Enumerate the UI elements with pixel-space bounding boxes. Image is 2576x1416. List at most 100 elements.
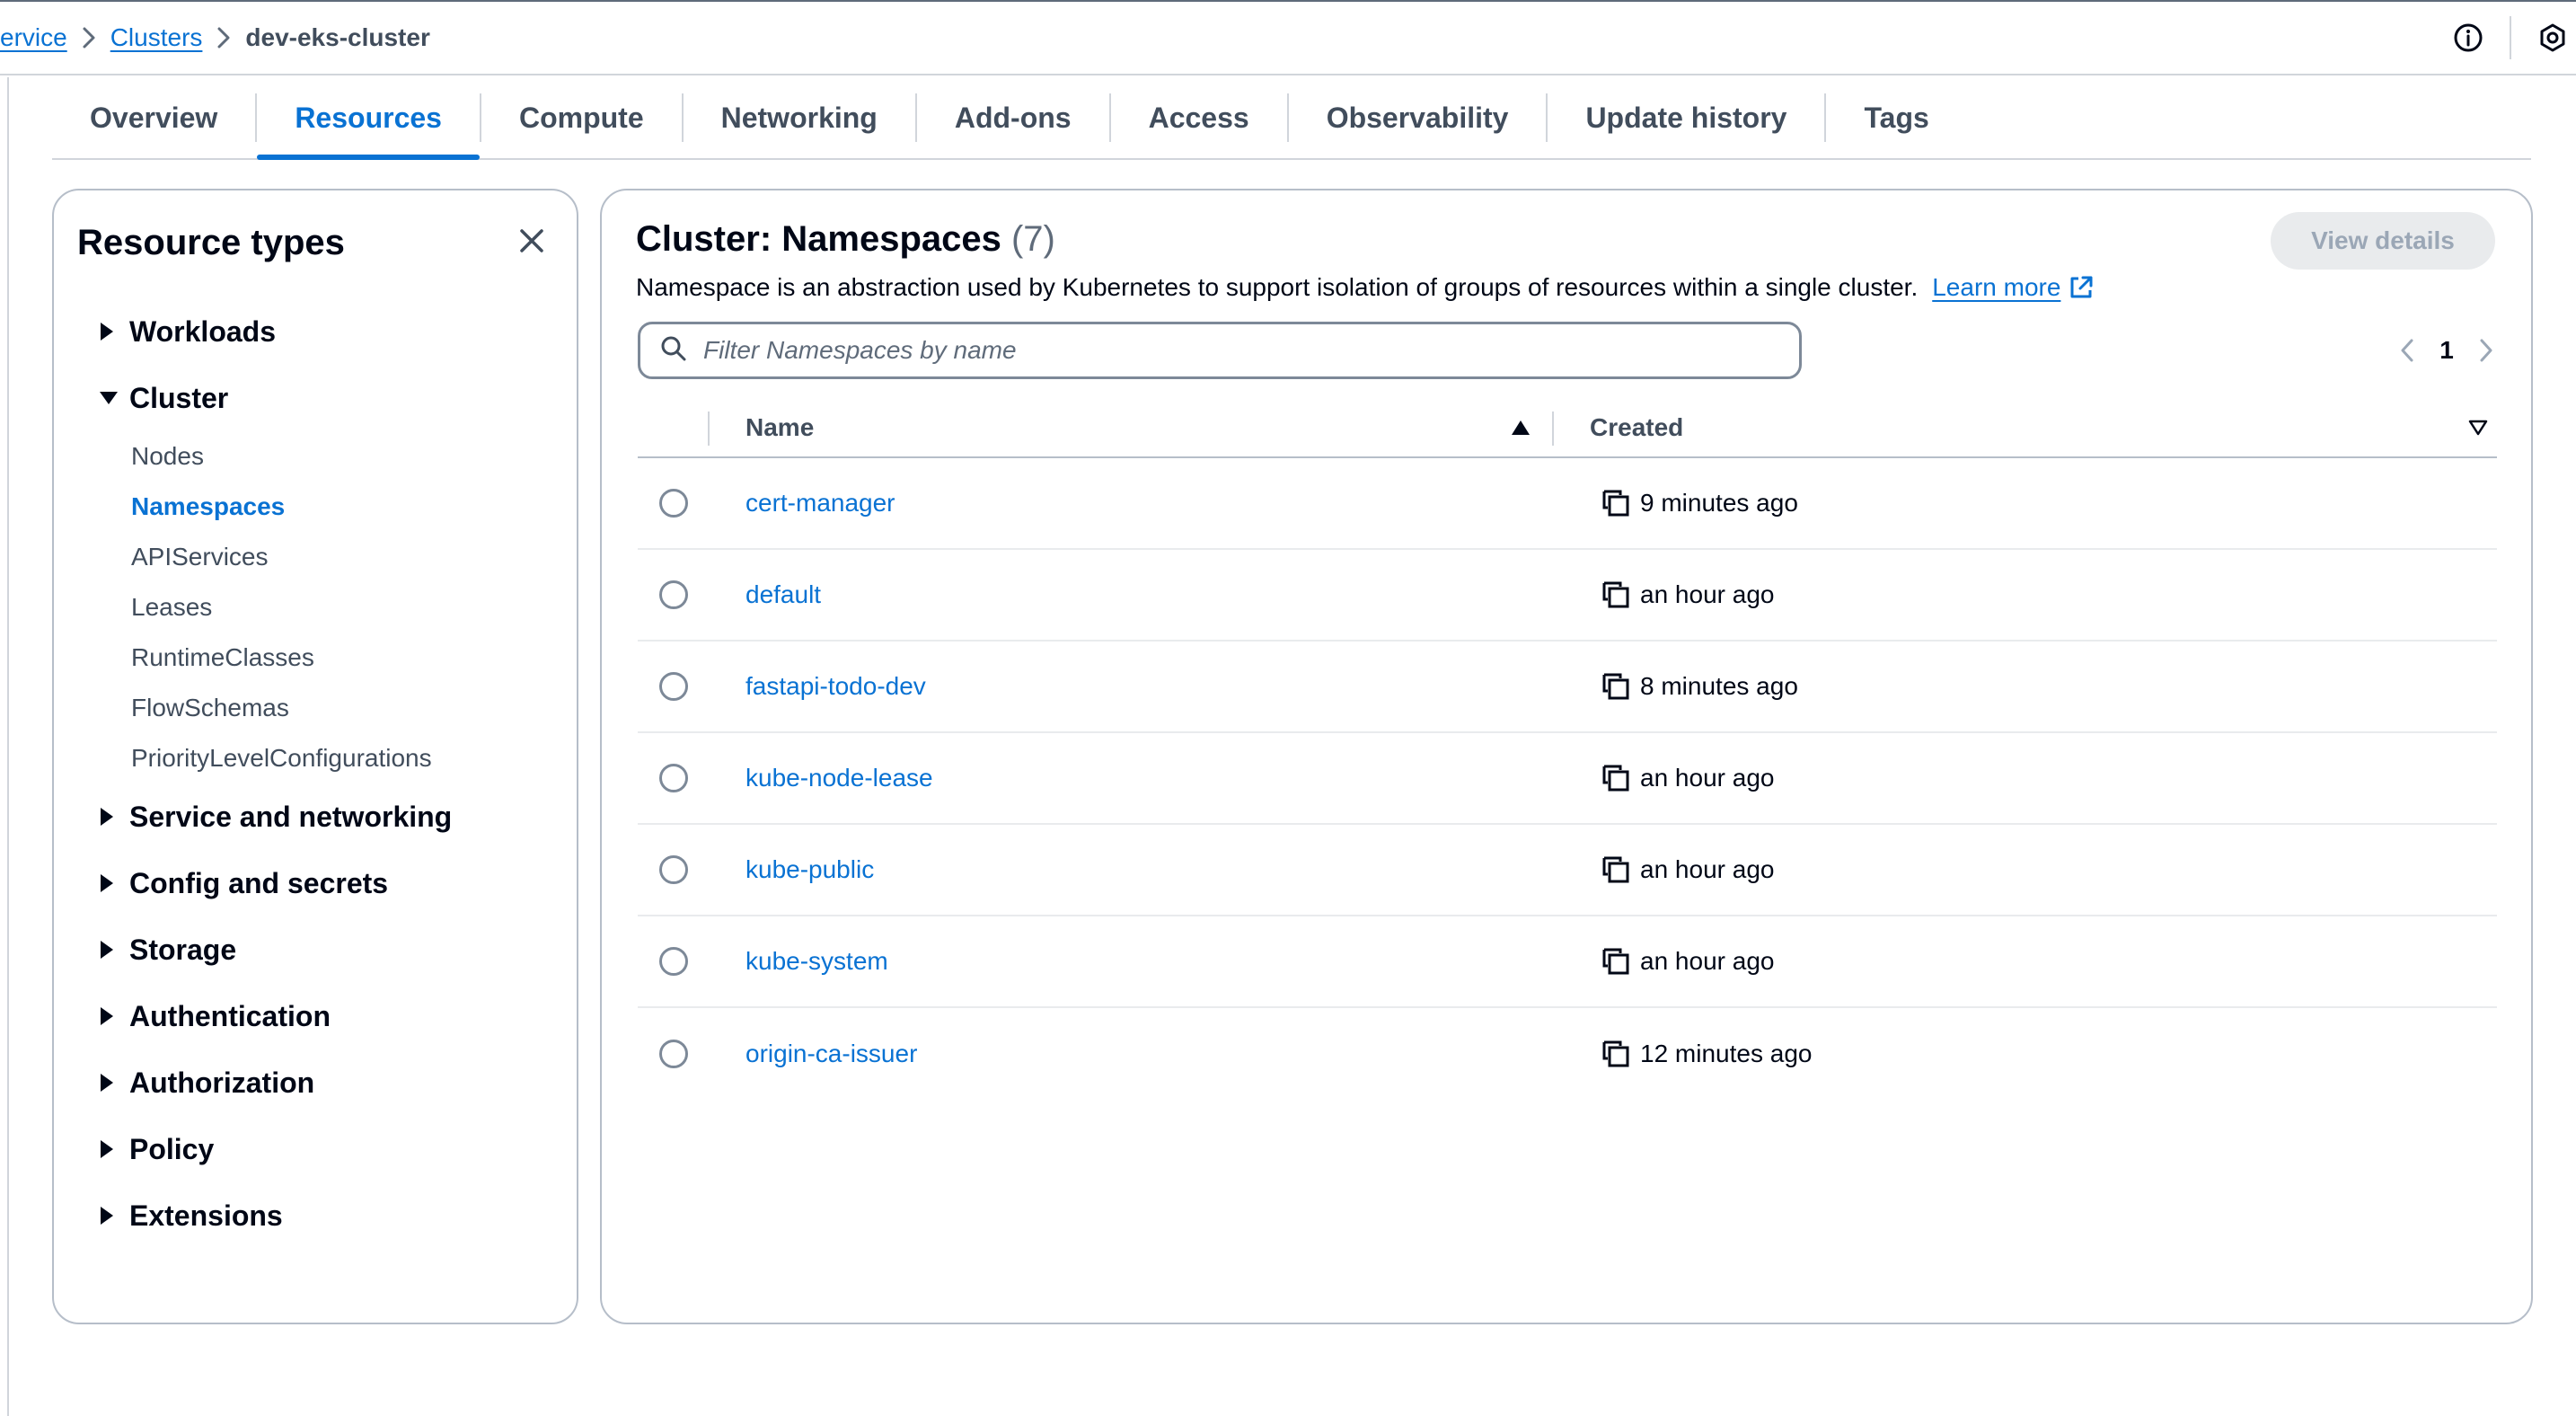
chevron-right-icon[interactable] xyxy=(2474,338,2499,363)
row-radio[interactable] xyxy=(659,672,688,701)
namespace-link[interactable]: kube-node-lease xyxy=(710,764,1554,792)
tree-group-workloads[interactable]: Workloads xyxy=(93,298,560,365)
external-link-icon xyxy=(2068,274,2095,301)
row-radio[interactable] xyxy=(659,489,688,518)
sort-ascending-icon[interactable] xyxy=(1511,413,1531,442)
learn-more-link[interactable]: Learn more xyxy=(1932,273,2095,302)
page-title-text: Cluster: Namespaces xyxy=(636,219,1001,259)
tab-update-history[interactable]: Update history xyxy=(1548,77,1824,158)
created-time: an hour ago xyxy=(1640,947,1775,975)
tab-networking[interactable]: Networking xyxy=(684,77,915,158)
copy-icon[interactable] xyxy=(1601,1039,1631,1069)
tab-observability[interactable]: Observability xyxy=(1289,77,1547,158)
row-radio[interactable] xyxy=(659,764,688,792)
info-icon[interactable] xyxy=(2450,20,2486,56)
tree-group-authorization[interactable]: Authorization xyxy=(93,1049,560,1116)
search-input[interactable] xyxy=(703,336,1763,365)
tab-tags[interactable]: Tags xyxy=(1826,77,1966,158)
breadcrumb-service-link[interactable]: ervice xyxy=(0,23,67,52)
tree-group-policy[interactable]: Policy xyxy=(93,1116,560,1182)
tree-group-label: Authorization xyxy=(129,1066,315,1099)
name-column-label: Name xyxy=(745,413,815,441)
tab-access[interactable]: Access xyxy=(1111,77,1287,158)
tree-group-storage[interactable]: Storage xyxy=(93,916,560,983)
copy-icon[interactable] xyxy=(1601,580,1631,610)
panel-description: Namespace is an abstraction used by Kube… xyxy=(636,273,2095,302)
tree-group-authentication[interactable]: Authentication xyxy=(93,983,560,1049)
table-row[interactable]: fastapi-todo-dev 8 minutes ago xyxy=(638,642,2497,733)
row-radio[interactable] xyxy=(659,947,688,976)
table-row[interactable]: default an hour ago xyxy=(638,550,2497,642)
created-cell: an hour ago xyxy=(1554,763,2497,793)
namespace-link[interactable]: default xyxy=(710,580,1554,609)
page-number[interactable]: 1 xyxy=(2420,336,2474,365)
copy-icon[interactable] xyxy=(1601,488,1631,518)
topbar-divider xyxy=(2510,16,2511,59)
breadcrumb: ervice Clusters dev-eks-cluster xyxy=(0,2,430,74)
tab-resources[interactable]: Resources xyxy=(257,77,480,160)
row-radio[interactable] xyxy=(659,855,688,884)
namespace-filter[interactable] xyxy=(638,322,1802,379)
created-time: 12 minutes ago xyxy=(1640,1040,1813,1067)
cluster-children: Nodes Namespaces APIServices Leases Runt… xyxy=(93,431,560,783)
row-radio[interactable] xyxy=(659,580,688,609)
tree-group-extensions[interactable]: Extensions xyxy=(93,1182,560,1249)
tree-group-label: Authentication xyxy=(129,999,331,1032)
table-row[interactable]: origin-ca-issuer 12 minutes ago xyxy=(638,1008,2497,1100)
tree-group-cluster[interactable]: Cluster xyxy=(93,365,560,431)
tree-item-flowschemas[interactable]: FlowSchemas xyxy=(131,683,560,733)
created-cell: an hour ago xyxy=(1554,946,2497,977)
copy-icon[interactable] xyxy=(1601,763,1631,793)
tree-item-nodes[interactable]: Nodes xyxy=(131,431,560,482)
hexagon-settings-icon[interactable] xyxy=(2535,20,2571,56)
chevron-left-icon[interactable] xyxy=(2395,338,2420,363)
sort-descending-icon[interactable] xyxy=(2468,413,2488,442)
created-time: an hour ago xyxy=(1640,764,1775,792)
tree-group-config-and-secrets[interactable]: Config and secrets xyxy=(93,850,560,916)
name-column-header[interactable]: Name xyxy=(710,399,1554,456)
tree-item-runtimeclasses[interactable]: RuntimeClasses xyxy=(131,633,560,683)
select-column-header xyxy=(638,399,710,456)
created-time: 8 minutes ago xyxy=(1640,672,1798,700)
copy-icon[interactable] xyxy=(1601,671,1631,702)
created-column-header[interactable]: Created xyxy=(1554,399,2497,456)
breadcrumb-bar: ervice Clusters dev-eks-cluster xyxy=(0,2,2576,75)
tab-bar: Overview Resources Compute Networking Ad… xyxy=(52,77,2531,160)
tree-item-apiservices[interactable]: APIServices xyxy=(131,532,560,582)
caret-right-icon xyxy=(93,1139,129,1159)
copy-icon[interactable] xyxy=(1601,854,1631,885)
tree-group-label: Config and secrets xyxy=(129,866,389,899)
tree-item-leases[interactable]: Leases xyxy=(131,582,560,633)
pagination: 1 xyxy=(2395,331,2499,370)
table-row[interactable]: kube-node-lease an hour ago xyxy=(638,733,2497,825)
tab-add-ons[interactable]: Add-ons xyxy=(917,77,1109,158)
caret-right-icon xyxy=(93,1006,129,1026)
description-text: Namespace is an abstraction used by Kube… xyxy=(636,273,1919,301)
namespace-link[interactable]: kube-system xyxy=(710,947,1554,976)
table-row[interactable]: kube-system an hour ago xyxy=(638,916,2497,1008)
created-time: an hour ago xyxy=(1640,580,1775,608)
row-radio[interactable] xyxy=(659,1040,688,1068)
table-row[interactable]: kube-public an hour ago xyxy=(638,825,2497,916)
namespace-link[interactable]: kube-public xyxy=(710,855,1554,884)
view-details-button[interactable]: View details xyxy=(2271,212,2495,270)
breadcrumb-clusters-link[interactable]: Clusters xyxy=(110,23,203,52)
tree-item-prioritylevelconfigurations[interactable]: PriorityLevelConfigurations xyxy=(131,733,560,783)
tree-group-service-and-networking[interactable]: Service and networking xyxy=(93,783,560,850)
tab-overview[interactable]: Overview xyxy=(52,77,255,158)
namespace-link[interactable]: origin-ca-issuer xyxy=(710,1040,1554,1068)
resource-types-panel: Resource types Workloads Cluster Nodes N… xyxy=(52,189,578,1324)
table-row[interactable]: cert-manager 9 minutes ago xyxy=(638,458,2497,550)
page-title: Cluster: Namespaces (7) xyxy=(636,219,1055,260)
table-header: Name Created xyxy=(638,399,2497,458)
namespaces-panel: Cluster: Namespaces (7) View details Nam… xyxy=(600,189,2533,1324)
created-cell: an hour ago xyxy=(1554,580,2497,610)
tree-item-namespaces[interactable]: Namespaces xyxy=(131,482,560,532)
copy-icon[interactable] xyxy=(1601,946,1631,977)
namespace-link[interactable]: cert-manager xyxy=(710,489,1554,518)
tree-group-label: Cluster xyxy=(129,381,229,414)
namespace-link[interactable]: fastapi-todo-dev xyxy=(710,672,1554,701)
close-icon[interactable] xyxy=(514,223,550,259)
tab-compute[interactable]: Compute xyxy=(481,77,682,158)
search-icon xyxy=(660,335,687,367)
